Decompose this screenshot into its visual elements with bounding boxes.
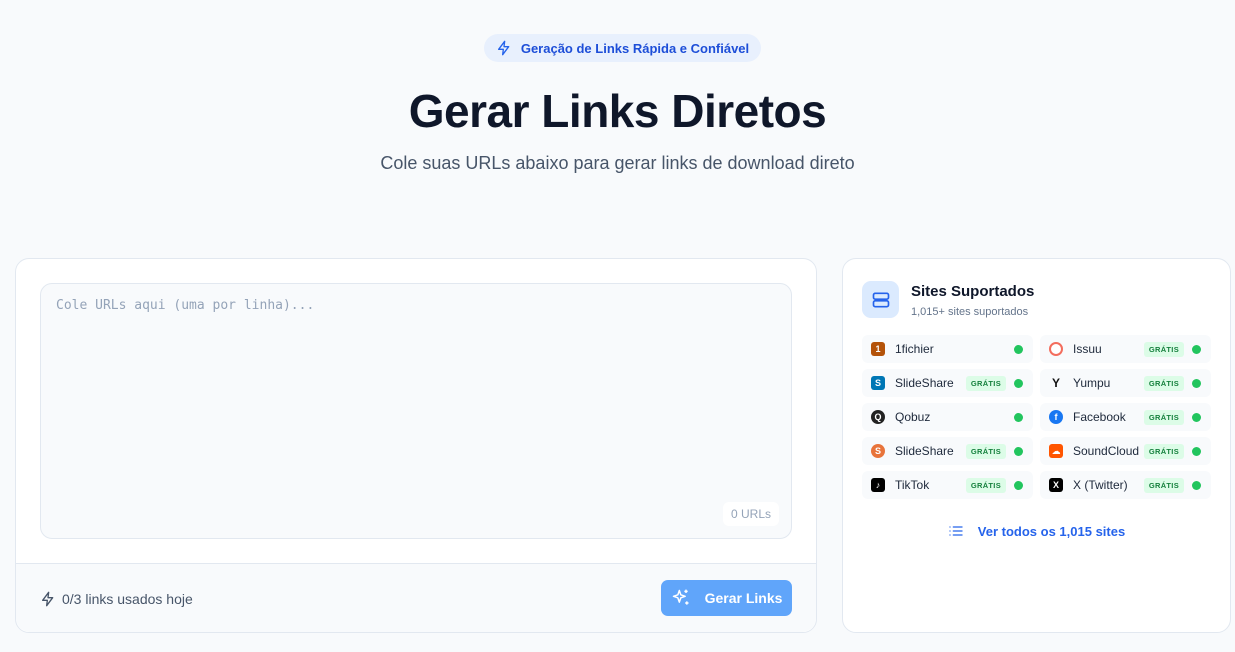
online-status-dot xyxy=(1014,446,1023,456)
online-status-dot xyxy=(1014,480,1023,490)
site-item-slideshare[interactable]: S SlideShare GRÁTIS xyxy=(862,369,1033,397)
yumpu-icon: Y xyxy=(1051,376,1060,390)
site-item-soundcloud[interactable]: ☁ SoundCloud GRÁTIS xyxy=(1040,437,1211,465)
list-icon xyxy=(949,526,963,536)
feature-badge: Geração de Links Rápida e Confiável xyxy=(484,34,761,62)
generate-links-label: Gerar Links xyxy=(704,590,783,606)
url-textarea[interactable] xyxy=(41,284,791,538)
supported-sites-card: Sites Suportados 1,015+ sites suportados… xyxy=(842,258,1231,633)
online-status-dot xyxy=(1192,412,1201,422)
free-badge: GRÁTIS xyxy=(1143,341,1184,357)
lightning-icon xyxy=(42,591,54,607)
site-name: SlideShare xyxy=(895,376,954,390)
sidebar-title: Sites Suportados xyxy=(911,283,1035,300)
card-footer: 0/3 links usados hoje Gerar Links xyxy=(16,563,816,632)
online-status-dot xyxy=(1192,480,1201,490)
online-status-dot xyxy=(1014,378,1023,388)
free-badge: GRÁTIS xyxy=(1143,375,1184,391)
page-title: Gerar Links Diretos xyxy=(408,85,827,137)
site-name: Qobuz xyxy=(895,410,931,424)
usage-info: 0/3 links usados hoje xyxy=(40,591,193,607)
free-badge: GRÁTIS xyxy=(965,375,1006,391)
free-badge: GRÁTIS xyxy=(1143,477,1184,493)
site-name: X (Twitter) xyxy=(1073,478,1128,492)
facebook-icon: f xyxy=(1049,410,1063,424)
free-badge: GRÁTIS xyxy=(1143,443,1184,459)
online-status-dot xyxy=(1192,378,1201,388)
online-status-dot xyxy=(1192,344,1201,354)
site-item-qobuz[interactable]: Q Qobuz xyxy=(862,403,1033,431)
see-all-label: Ver todos os 1,015 sites xyxy=(977,523,1126,539)
site-name: Yumpu xyxy=(1073,376,1111,390)
see-all-sites-link[interactable]: Ver todos os 1,015 sites xyxy=(843,523,1230,539)
1fichier-icon: 1 xyxy=(871,342,885,356)
generate-links-button[interactable]: Gerar Links xyxy=(661,580,792,616)
url-input-card: 0 URLs 0/3 links usados hoje Gerar Links xyxy=(15,258,817,633)
issuu-icon xyxy=(1049,342,1063,356)
soundcloud-icon: ☁ xyxy=(1049,444,1063,458)
sites-grid: 1 1fichier Issuu GRÁTIS S SlideShare GRÁ… xyxy=(862,335,1211,499)
site-name: Facebook xyxy=(1073,410,1126,424)
sparkles-icon xyxy=(672,589,689,605)
slideshare-icon: S xyxy=(871,444,885,458)
url-count: 0 URLs xyxy=(722,502,779,526)
site-name: TikTok xyxy=(895,478,930,492)
online-status-dot xyxy=(1192,446,1201,456)
site-item-yumpu[interactable]: Y Yumpu GRÁTIS xyxy=(1040,369,1211,397)
site-name: 1fichier xyxy=(895,342,934,356)
site-item-tiktok[interactable]: ♪ TikTok GRÁTIS xyxy=(862,471,1033,499)
free-badge: GRÁTIS xyxy=(965,443,1006,459)
site-name: Issuu xyxy=(1073,342,1102,356)
free-badge: GRÁTIS xyxy=(965,477,1006,493)
site-item-1fichier[interactable]: 1 1fichier xyxy=(862,335,1033,363)
site-name: SoundCloud xyxy=(1073,444,1140,458)
site-item-facebook[interactable]: f Facebook GRÁTIS xyxy=(1040,403,1211,431)
slideshare-icon: S xyxy=(871,376,885,390)
url-textarea-wrapper: 0 URLs xyxy=(40,283,792,539)
x-twitter-icon: X xyxy=(1049,478,1063,492)
free-badge: GRÁTIS xyxy=(1143,409,1184,425)
lightning-icon xyxy=(497,40,510,56)
sidebar-subtitle: 1,015+ sites suportados xyxy=(911,306,1029,318)
server-icon xyxy=(862,281,899,318)
online-status-dot xyxy=(1014,412,1023,422)
tiktok-icon: ♪ xyxy=(871,478,885,492)
site-item-x-twitter[interactable]: X X (Twitter) GRÁTIS xyxy=(1040,471,1211,499)
online-status-dot xyxy=(1014,344,1023,354)
site-item-issuu[interactable]: Issuu GRÁTIS xyxy=(1040,335,1211,363)
qobuz-icon: Q xyxy=(871,410,885,424)
site-item-slideshare-2[interactable]: S SlideShare GRÁTIS xyxy=(862,437,1033,465)
page-subtitle: Cole suas URLs abaixo para gerar links d… xyxy=(380,153,855,173)
usage-text: 0/3 links usados hoje xyxy=(62,591,193,607)
site-name: SlideShare xyxy=(895,444,954,458)
badge-label: Geração de Links Rápida e Confiável xyxy=(520,40,750,56)
